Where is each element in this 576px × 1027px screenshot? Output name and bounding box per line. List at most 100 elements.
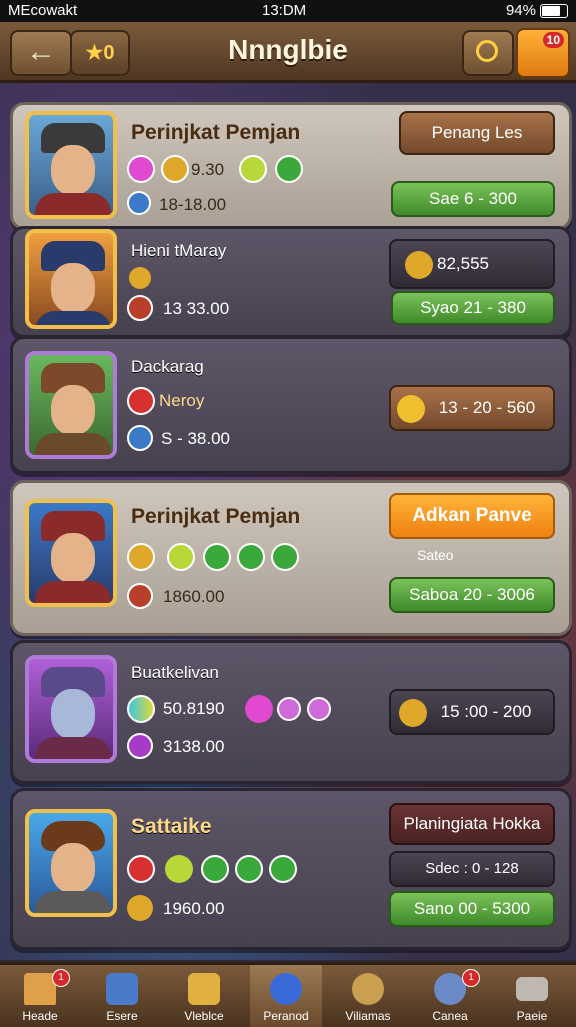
player-stat: 1960.00 [163, 899, 225, 918]
star-icon [239, 155, 267, 183]
nav-badge: 1 [52, 969, 70, 987]
player-name: Sattaike [131, 815, 212, 838]
status-note: Sateo [417, 547, 454, 563]
carrier-label: MEcowakt [8, 2, 78, 19]
bolt-icon [235, 855, 263, 883]
nav-label: Canea [432, 1009, 468, 1023]
star-icon [167, 543, 195, 571]
player-avatar[interactable] [25, 809, 117, 917]
page-title: Nnnglbie [228, 34, 348, 65]
range-badge: Sano 00 - 5300 [389, 891, 555, 927]
back-button[interactable]: ← [10, 30, 72, 76]
shield-icon [127, 583, 153, 609]
orb-icon [127, 695, 155, 723]
clock-icon [127, 191, 151, 215]
nav-label: Vleblce [184, 1009, 224, 1023]
player-avatar[interactable] [25, 499, 117, 607]
battery-icon [540, 4, 568, 18]
scroll-icon [188, 973, 220, 1005]
player-stat: S - 38.00 [161, 429, 230, 448]
action-button[interactable]: Planingiata Hokka [389, 803, 555, 845]
paw-icon [307, 697, 331, 721]
header-bar: ← ★0 Nnnglbie 10 [0, 22, 576, 83]
bottom-nav: 1 Heade Esere Vleblce Peranod Viliamas 1… [0, 962, 576, 1027]
potion-icon [127, 733, 153, 759]
player-stat: 3138.00 [163, 737, 225, 756]
player-avatar[interactable] [25, 111, 117, 219]
player-stat: 13 33.00 [163, 299, 230, 318]
player-card[interactable]: Perinjkat Pemjan 9.30 18-18.00 Penang Le… [10, 102, 572, 230]
trophy-icon [129, 267, 151, 289]
player-name: Hieni tMaray [131, 241, 227, 260]
player-score: 9.30 [191, 160, 225, 179]
action-button[interactable]: Penang Les [399, 111, 555, 155]
player-name: Dackarag [131, 357, 204, 376]
nav-item-canea[interactable]: 1 Canea [414, 965, 486, 1027]
nav-item-vleblce[interactable]: Vleblce [168, 965, 240, 1027]
shield-icon [106, 973, 138, 1005]
nav-badge: 1 [462, 969, 480, 987]
bolt-icon [203, 543, 231, 571]
status-bar: MEcowakt 13:DM 94% [0, 0, 576, 22]
shield-icon [127, 895, 153, 921]
heart-icon [245, 695, 273, 723]
nav-item-esere[interactable]: Esere [86, 965, 158, 1027]
bolt-icon [237, 543, 265, 571]
nav-label: Heade [22, 1009, 58, 1023]
range-badge: Sae 6 - 300 [391, 181, 555, 217]
nav-item-peranod[interactable]: Peranod [250, 965, 322, 1027]
player-stat: 18-18.00 [159, 195, 227, 214]
player-name: Perinjkat Pemjan [131, 505, 301, 528]
menu-icon [516, 977, 548, 1001]
player-card[interactable]: Dackarag Neroy S - 38.00 13 - 20 - 560 [10, 336, 572, 474]
player-card[interactable]: Perinjkat Pemjan 1860.00 Adkan Panve Sat… [10, 480, 572, 636]
bolt-icon [269, 855, 297, 883]
player-avatar[interactable] [25, 229, 117, 329]
player-avatar[interactable] [25, 655, 117, 763]
nav-item-home[interactable]: 1 Heade [4, 965, 76, 1027]
status-note: Sdec : 0 - 128 [389, 851, 555, 887]
paw-icon [277, 697, 301, 721]
action-button[interactable]: Adkan Panve [389, 493, 555, 539]
nav-item-paeie[interactable]: Paeie [496, 965, 568, 1027]
player-card[interactable]: Sattaike 1960.00 Planingiata Hokka Sdec … [10, 788, 572, 950]
bolt-icon [201, 855, 229, 883]
shield-icon [127, 295, 153, 321]
star-counter[interactable]: ★0 [70, 30, 130, 76]
ticket-icon [397, 395, 425, 423]
range-badge: Syao 21 - 380 [391, 291, 555, 325]
clock: 13:DM [262, 2, 307, 19]
notification-button[interactable]: 10 [516, 28, 570, 78]
player-card[interactable]: Hieni tMaray 13 33.00 82,555 Syao 21 - 3… [10, 226, 572, 338]
nav-item-viliamas[interactable]: Viliamas [332, 965, 404, 1027]
notification-badge: 10 [542, 32, 564, 48]
player-card[interactable]: Buatkelivan 50.8190 3138.00 15 :00 - 200 [10, 640, 572, 784]
compass-icon [476, 40, 498, 62]
player-score: 50.8190 [163, 699, 225, 718]
compass-icon [352, 973, 384, 1005]
player-tag: Neroy [159, 391, 205, 410]
battery-percent: 94% [505, 2, 536, 19]
reward-value: 82,555 [437, 254, 489, 273]
player-avatar[interactable] [25, 351, 117, 459]
sword-icon [127, 855, 155, 883]
nav-label: Esere [106, 1009, 138, 1023]
compass-button[interactable] [462, 30, 514, 76]
player-name: Buatkelivan [131, 663, 219, 682]
trophy-icon [161, 155, 189, 183]
nav-label: Viliamas [345, 1009, 391, 1023]
coin-icon [405, 251, 433, 279]
trophy-icon [399, 699, 427, 727]
nav-label: Paeie [516, 1009, 548, 1023]
star-icon [165, 855, 193, 883]
bolt-icon [271, 543, 299, 571]
trophy-icon [127, 543, 155, 571]
flame-icon [127, 387, 155, 415]
player-stat: 1860.00 [163, 587, 225, 606]
hexagon-icon [270, 973, 302, 1005]
range-badge: Saboa 20 - 3006 [389, 577, 555, 613]
nav-label: Peranod [263, 1009, 309, 1023]
heart-gem-icon [127, 155, 155, 183]
player-name: Perinjkat Pemjan [131, 121, 301, 144]
bolt-icon [275, 155, 303, 183]
